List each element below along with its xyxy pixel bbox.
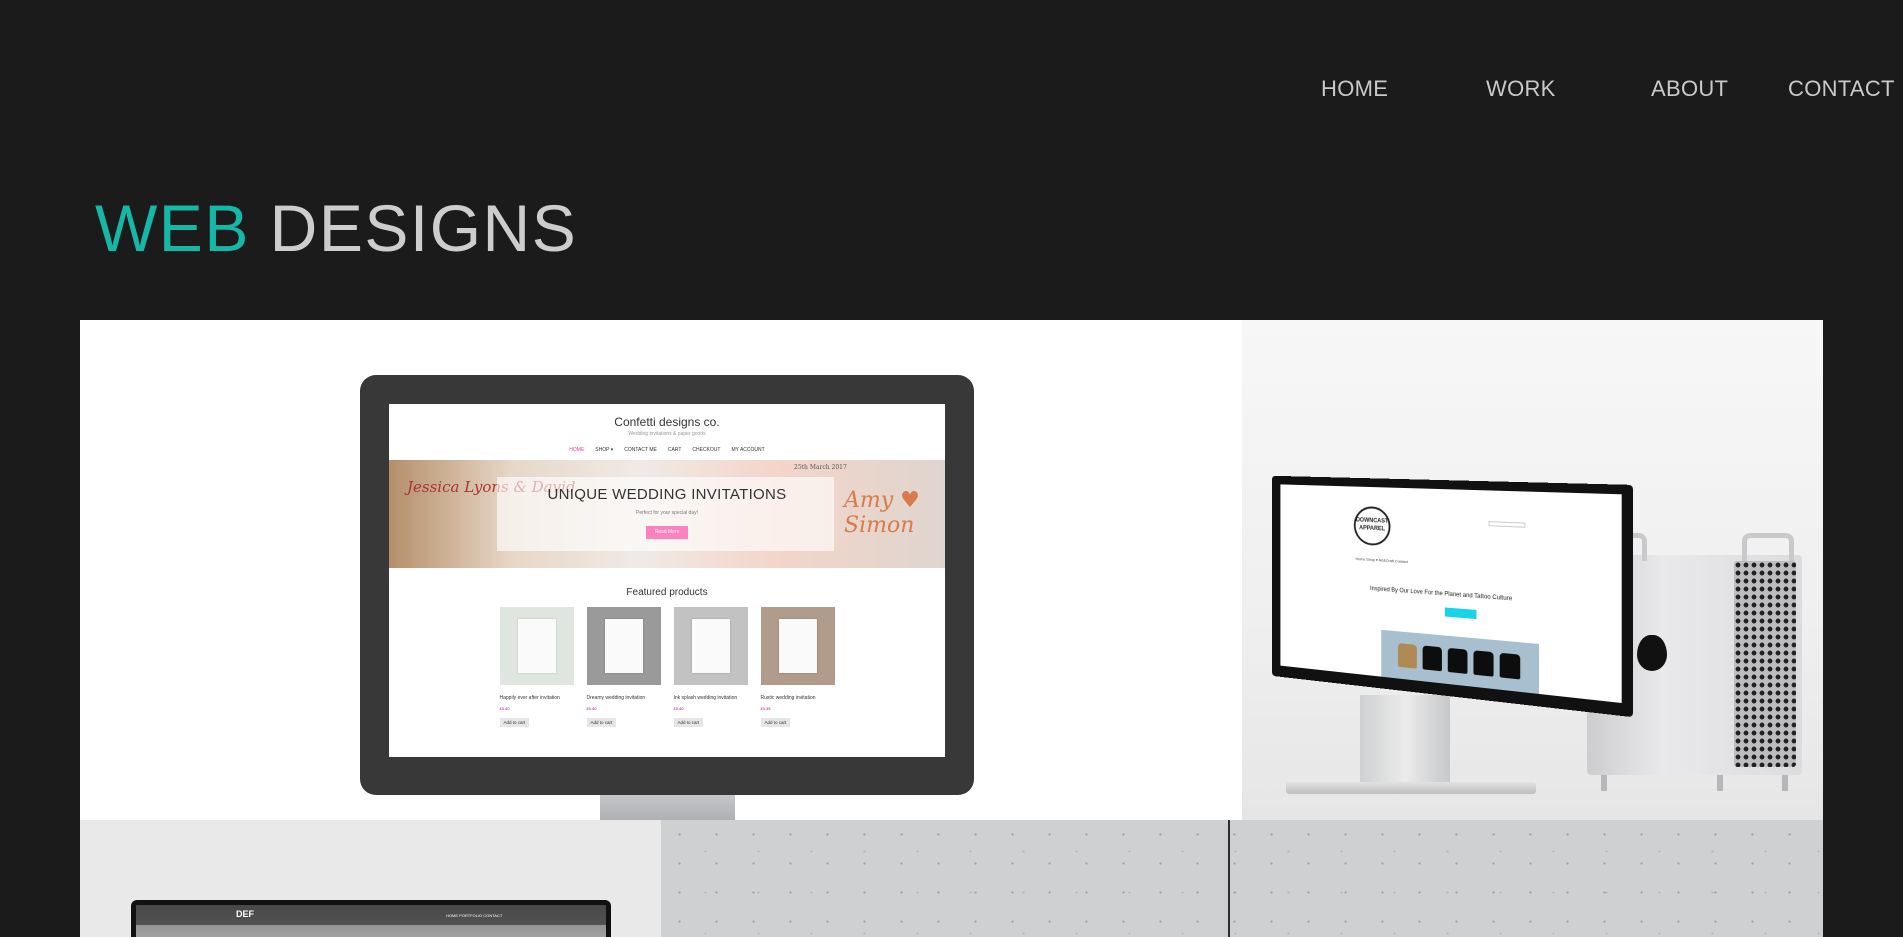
- monitor-foot: [1286, 782, 1536, 794]
- main-nav: HOME WORK ABOUT CONTACT: [0, 76, 1903, 104]
- confetti-nav-item: MY ACCOUNT: [731, 447, 765, 453]
- nav-contact-link[interactable]: CONTACT: [1788, 76, 1895, 102]
- confetti-nav-item: HOME: [569, 447, 585, 453]
- def-site-nav: HOME PORTFOLIO CONTACT: [446, 913, 503, 918]
- confetti-product: Ink splash wedding invitation £0.40 Add …: [673, 607, 748, 729]
- product-name: Happily ever after invitation: [499, 695, 560, 701]
- portfolio-item-def[interactable]: DEF HOME PORTFOLIO CONTACT: [80, 820, 661, 937]
- mac-pro-leg: [1717, 775, 1723, 791]
- nav-about-link[interactable]: ABOUT: [1651, 76, 1728, 102]
- tshirt-image: [1499, 652, 1521, 680]
- monitor-stand: [1360, 695, 1450, 790]
- portfolio-item-downcast[interactable]: DOWNCAST APPAREL Home Shop ▾ Art&Craft C…: [1242, 320, 1823, 820]
- add-to-cart-button: Add to cart: [586, 718, 617, 727]
- confetti-nav-item: CART: [667, 447, 682, 453]
- product-name: Ink splash wedding invitation: [673, 695, 738, 701]
- confetti-site-nav: HOME SHOP ▾ CONTACT ME CART CHECKOUT MY …: [389, 447, 945, 453]
- confetti-product-list: Happily ever after invitation £0.40 Add …: [389, 607, 945, 729]
- monitor-mockup: DOWNCAST APPAREL Home Shop ▾ Art&Craft C…: [1271, 475, 1633, 718]
- tshirt-image: [1422, 645, 1442, 672]
- add-to-cart-button: Add to cart: [760, 718, 791, 727]
- downcast-product-strip: [1381, 629, 1540, 694]
- tile-divider: [1228, 820, 1230, 937]
- product-name: Dreamy wedding invitation: [586, 695, 646, 701]
- confetti-site-tagline: Wedding invitations & paper goods: [628, 431, 706, 437]
- confetti-nav-item: CONTACT ME: [624, 447, 657, 453]
- product-box-image: [1397, 643, 1417, 669]
- portfolio-gallery: Confetti designs co. Wedding invitations…: [80, 320, 1823, 937]
- downcast-site-screenshot: DOWNCAST APPAREL Home Shop ▾ Art&Craft C…: [1280, 484, 1622, 704]
- downcast-logo: DOWNCAST APPAREL: [1353, 505, 1391, 547]
- confetti-hero: Jessica Lyons & David 25th March 2017 Am…: [389, 460, 945, 568]
- product-price: £0.35: [760, 706, 771, 711]
- confetti-hero-subheading: Perfect for your special day!: [636, 510, 698, 516]
- downcast-shop-button: [1444, 607, 1477, 620]
- confetti-featured-heading: Featured products: [626, 587, 708, 598]
- nav-home-link[interactable]: HOME: [1321, 76, 1388, 102]
- product-price: £0.40: [586, 706, 597, 711]
- downcast-site-nav: Home Shop ▾ Art&Craft Contact: [1355, 556, 1408, 565]
- laptop-mockup: DEF HOME PORTFOLIO CONTACT: [131, 900, 611, 937]
- tshirt-image: [1447, 647, 1468, 674]
- tshirt-image: [1473, 650, 1494, 677]
- product-price: £0.40: [673, 706, 684, 711]
- add-to-cart-button: Add to cart: [499, 718, 530, 727]
- confetti-nav-item: CHECKOUT: [692, 447, 721, 453]
- def-site-brand: DEF: [236, 909, 254, 919]
- apple-logo-icon: [1637, 635, 1667, 671]
- portfolio-item-concrete[interactable]: [661, 820, 1823, 937]
- def-site-header: [136, 905, 606, 925]
- mac-pro-leg: [1782, 775, 1788, 791]
- confetti-product: Happily ever after invitation £0.40 Add …: [499, 607, 574, 729]
- product-name: Rustic wedding invitation: [760, 695, 816, 701]
- imac-stand: [600, 795, 735, 820]
- nav-work-link[interactable]: WORK: [1486, 76, 1556, 102]
- confetti-site-screenshot: Confetti designs co. Wedding invitations…: [389, 404, 945, 757]
- product-thumbnail: [673, 607, 748, 685]
- downcast-search-box: [1488, 521, 1526, 528]
- portfolio-item-confetti[interactable]: Confetti designs co. Wedding invitations…: [80, 320, 1242, 820]
- confetti-hero-button: Read More: [646, 526, 688, 539]
- page-title-accent: WEB: [95, 191, 250, 265]
- confetti-product: Rustic wedding invitation £0.35 Add to c…: [760, 607, 835, 729]
- confetti-nav-item: SHOP ▾: [595, 447, 614, 453]
- add-to-cart-button: Add to cart: [673, 718, 704, 727]
- mac-pro-grille: [1734, 561, 1796, 767]
- confetti-product: Dreamy wedding invitation £0.40 Add to c…: [586, 607, 661, 729]
- product-price: £0.40: [499, 706, 510, 711]
- confetti-site-title: Confetti designs co.: [614, 415, 720, 429]
- mac-pro-handle: [1742, 533, 1794, 561]
- page-title-rest: DESIGNS: [249, 191, 578, 265]
- product-thumbnail: [499, 607, 574, 685]
- product-thumbnail: [760, 607, 835, 685]
- confetti-hero-heading: UNIQUE WEDDING INVITATIONS: [547, 486, 787, 503]
- downcast-tagline: Inspired By Our Love For the Planet and …: [1370, 586, 1513, 603]
- mac-pro-leg: [1601, 775, 1607, 791]
- product-thumbnail: [586, 607, 661, 685]
- confetti-hero-date: 25th March 2017: [794, 464, 847, 471]
- def-site-screenshot: DEF HOME PORTFOLIO CONTACT: [136, 905, 606, 937]
- page-title: WEB DESIGNS: [95, 190, 577, 266]
- imac-mockup: Confetti designs co. Wedding invitations…: [360, 375, 974, 795]
